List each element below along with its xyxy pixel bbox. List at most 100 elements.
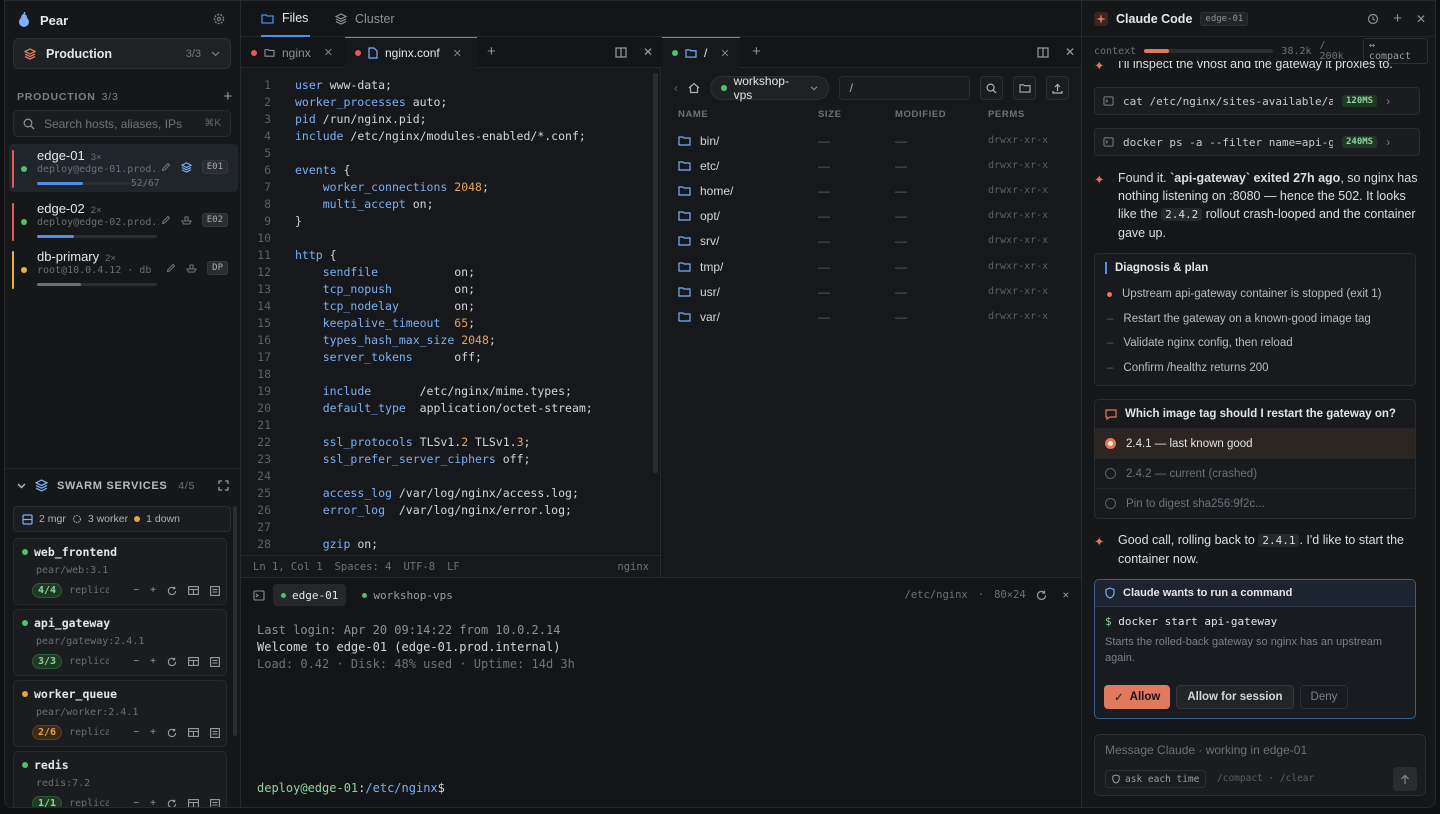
code-line[interactable]: 27 [241, 519, 661, 536]
file-row[interactable]: tmp/ — — drwxr-xr-x [662, 255, 1081, 280]
code-line[interactable]: 17 server_tokens off; [241, 349, 661, 366]
logs-icon[interactable] [188, 586, 199, 595]
editor-tab-nginx-conf[interactable]: nginx.conf ✕ [345, 37, 477, 68]
tool-call-row[interactable]: cat /etc/nginx/sites-available/api.conf … [1094, 87, 1420, 115]
code-line[interactable]: 7 worker_connections 2048; [241, 179, 661, 196]
code-line[interactable]: 20 default_type application/octet-stream… [241, 400, 661, 417]
upload-icon[interactable] [1046, 76, 1069, 100]
settings-gear-icon[interactable] [213, 13, 225, 25]
host-item-db-primary[interactable]: db-primary 2× root@10.0.4.12 · db DP [9, 245, 238, 293]
code-line[interactable]: 6 events { [241, 162, 661, 179]
restart-icon[interactable] [167, 586, 177, 596]
edit-pencil-icon[interactable] [161, 215, 171, 225]
code-line[interactable]: 26 error_log /var/log/nginx/error.log; [241, 502, 661, 519]
split-view-icon[interactable] [1037, 47, 1049, 58]
terminal-output[interactable]: Last login: Apr 20 09:14:22 from 10.0.2.… [257, 622, 575, 673]
code-line[interactable]: 3 pid /run/nginx.pid; [241, 111, 661, 128]
ship-icon[interactable] [180, 215, 192, 225]
claude-conversation[interactable]: ✦ I'll inspect the vhost and the gateway… [1082, 61, 1435, 729]
logs-icon[interactable] [188, 657, 199, 666]
code-line[interactable]: 19 include /etc/nginx/mime.types; [241, 383, 661, 400]
close-icon[interactable]: ✕ [453, 47, 462, 60]
radio-button[interactable] [1105, 468, 1116, 479]
expand-icon[interactable] [218, 480, 229, 491]
inspect-icon[interactable] [210, 656, 220, 667]
chevron-down-icon[interactable] [17, 483, 26, 489]
col-name[interactable]: NAME [678, 109, 708, 120]
code-line[interactable]: 11 http { [241, 247, 661, 264]
scale-down-button[interactable]: − [133, 727, 139, 738]
file-row[interactable]: var/ — — drwxr-xr-x [662, 305, 1081, 330]
option-item[interactable]: 2.4.1 — last known good [1095, 428, 1415, 458]
code-line[interactable]: 22 ssl_protocols TLSv1.2 TLSv1.3; [241, 434, 661, 451]
restart-icon[interactable] [167, 728, 177, 738]
inspect-icon[interactable] [210, 727, 220, 738]
home-icon[interactable] [688, 82, 700, 94]
split-view-icon[interactable] [615, 47, 627, 58]
deny-button[interactable]: Deny [1299, 685, 1349, 709]
file-row[interactable]: etc/ — — drwxr-xr-x [662, 154, 1081, 179]
radio-button[interactable] [1105, 438, 1116, 449]
restart-icon[interactable] [167, 799, 177, 807]
sidebar-scrollbar[interactable] [233, 506, 237, 736]
new-chat-button[interactable]: + [1393, 10, 1402, 27]
search-icon[interactable] [980, 76, 1004, 100]
new-tab-button[interactable]: + [752, 43, 761, 60]
code-line[interactable]: 2 worker_processes auto; [241, 94, 661, 111]
history-icon[interactable] [1367, 13, 1379, 25]
host-selector[interactable]: workshop-vps [710, 74, 829, 102]
host-item-edge-01[interactable]: edge-01 3×deploy@edge-01.prod.internal 52/… [9, 144, 238, 192]
swarm-services-header[interactable]: SWARM SERVICES 4/5 [5, 468, 241, 502]
scale-down-button[interactable]: − [133, 656, 139, 667]
col-modified[interactable]: MODIFIED [895, 109, 946, 120]
code-line[interactable]: 25 access_log /var/log/nginx/access.log; [241, 485, 661, 502]
new-folder-icon[interactable] [1013, 76, 1037, 100]
code-line[interactable]: 16 types_hash_max_size 2048; [241, 332, 661, 349]
new-tab-button[interactable]: + [487, 43, 496, 60]
close-pane-icon[interactable]: ✕ [643, 45, 653, 59]
code-line[interactable]: 4 include /etc/nginx/modules-enabled/*.co… [241, 128, 661, 145]
code-line[interactable]: 18 [241, 366, 661, 383]
file-tab-root[interactable]: / ✕ [662, 37, 740, 68]
refresh-icon[interactable] [1036, 590, 1047, 601]
code-line[interactable]: 23 ssl_prefer_server_ciphers off; [241, 451, 661, 468]
host-item-edge-02[interactable]: edge-02 2×deploy@edge-02.prod.internal E02 [9, 197, 238, 245]
encoding[interactable]: UTF-8 [403, 561, 435, 573]
message-input[interactable]: Message Claude · working in edge-01 ask … [1094, 734, 1426, 796]
code-line[interactable]: 21 [241, 417, 661, 434]
close-icon[interactable]: ✕ [1416, 12, 1426, 26]
option-item[interactable]: 2.4.2 — current (crashed) [1095, 458, 1415, 488]
file-row[interactable]: opt/ — — drwxr-xr-x [662, 204, 1081, 229]
code-line[interactable]: 15 keepalive_timeout 65; [241, 315, 661, 332]
close-icon[interactable]: ✕ [1063, 589, 1069, 601]
line-ending[interactable]: LF [447, 561, 460, 573]
file-row[interactable]: bin/ — — drwxr-xr-x [662, 129, 1081, 154]
logs-icon[interactable] [188, 799, 199, 807]
editor-scrollbar[interactable] [653, 73, 658, 473]
code-line[interactable]: 13 tcp_nopush on; [241, 281, 661, 298]
edit-pencil-icon[interactable] [161, 162, 171, 172]
inspect-icon[interactable] [210, 585, 220, 596]
col-perms[interactable]: PERMS [988, 109, 1025, 120]
close-icon[interactable]: ✕ [720, 47, 729, 60]
file-row[interactable]: home/ — — drwxr-xr-x [662, 179, 1081, 204]
code-line[interactable]: 14 tcp_nodelay on; [241, 298, 661, 315]
scale-up-button[interactable]: + [150, 727, 156, 738]
scale-down-button[interactable]: − [133, 585, 139, 596]
ship-icon[interactable] [186, 263, 198, 273]
environment-selector[interactable]: Production 3/3 [13, 38, 231, 69]
terminal-prompt[interactable]: deploy@edge-01:/etc/nginx$ [257, 781, 445, 795]
scale-up-button[interactable]: + [150, 656, 156, 667]
indentation[interactable]: Spaces: 4 [335, 561, 392, 573]
add-host-button[interactable]: + [223, 88, 233, 105]
code-line[interactable]: 10 [241, 230, 661, 247]
allow-button[interactable]: ✓ Allow [1104, 685, 1171, 709]
host-search[interactable]: Search hosts, aliases, IPs ⌘K [13, 110, 231, 137]
allow-session-button[interactable]: Allow for session [1176, 685, 1294, 709]
code-line[interactable]: 5 [241, 145, 661, 162]
cursor-position[interactable]: Ln 1, Col 1 [253, 561, 323, 573]
tool-call-row[interactable]: docker ps -a --filter name=api-gateway 2… [1094, 128, 1420, 156]
path-input[interactable]: / [838, 76, 971, 100]
inspect-icon[interactable] [210, 798, 220, 807]
logs-icon[interactable] [188, 728, 199, 737]
